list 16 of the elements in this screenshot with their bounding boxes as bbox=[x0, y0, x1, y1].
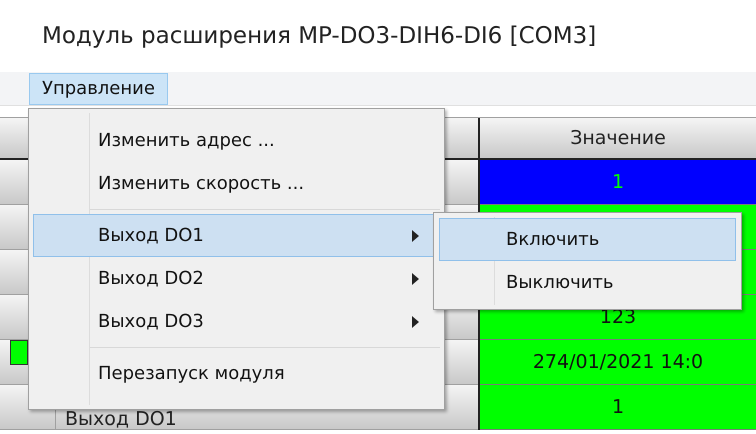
submenu-item[interactable]: Включить bbox=[439, 218, 736, 261]
dropdown-item[interactable]: Изменить скорость ... bbox=[33, 162, 440, 205]
row-label: Выход DO1 bbox=[65, 410, 177, 429]
status-indicator bbox=[10, 340, 28, 365]
dropdown-item[interactable]: Выход DO3 bbox=[33, 300, 440, 343]
column-header[interactable]: Значение bbox=[480, 118, 756, 160]
dropdown-item[interactable]: Изменить адрес ... bbox=[33, 119, 440, 162]
window-title: Модуль расширения MP-DO3-DIH6-DI6 [COM3] bbox=[42, 22, 596, 51]
dropdown-item[interactable]: Перезапуск модуля bbox=[33, 352, 440, 395]
submenu-arrow-icon bbox=[412, 272, 419, 284]
submenu-arrow-icon bbox=[412, 230, 419, 242]
value-cell: 1 bbox=[480, 160, 756, 205]
menu-item[interactable]: Управление bbox=[29, 72, 168, 104]
value-cell: 1 bbox=[480, 385, 756, 430]
submenu-arrow-icon bbox=[412, 316, 419, 328]
value-cell: 274/01/2021 14:0 bbox=[480, 340, 756, 385]
